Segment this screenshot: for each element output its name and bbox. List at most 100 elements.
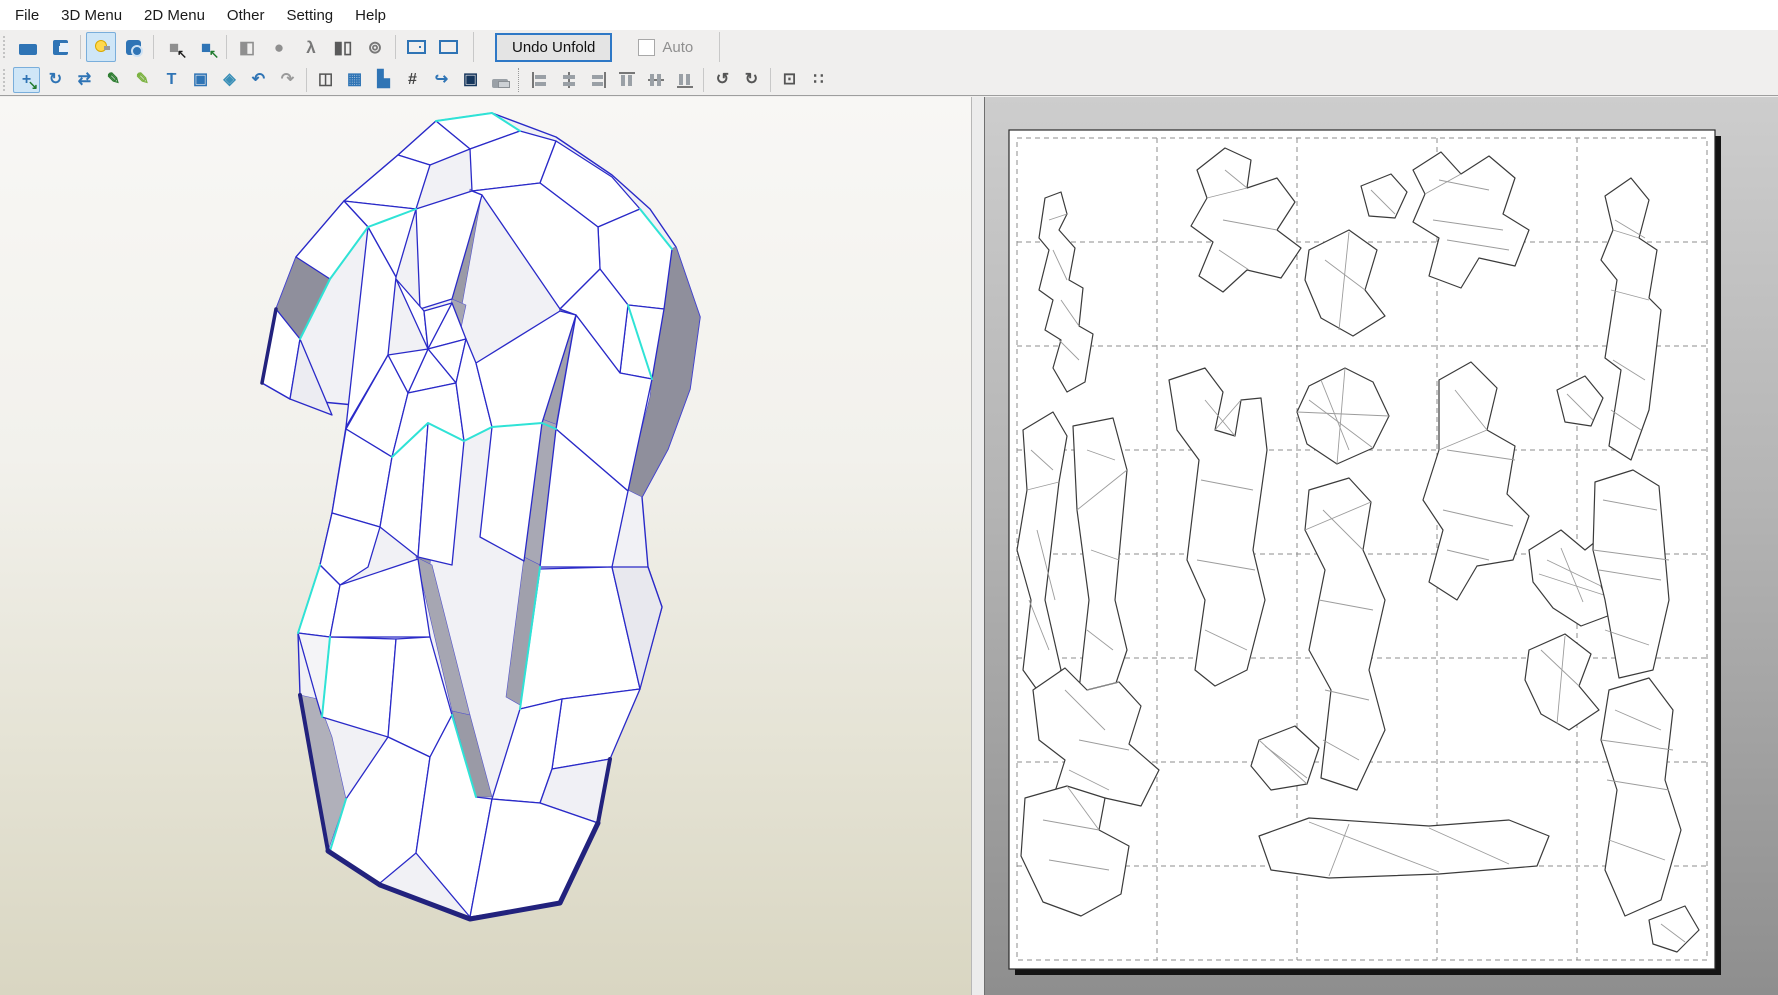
align-right-button[interactable]: [584, 67, 611, 93]
skeleton-figure-button[interactable]: λ: [296, 32, 326, 62]
pane-splitter[interactable]: [972, 97, 985, 995]
open-file-icon: [19, 44, 37, 55]
align-top-button[interactable]: [613, 67, 640, 93]
insert-image-icon: ▣: [190, 69, 212, 91]
page-numbers-icon: #: [402, 69, 424, 91]
export-pages-icon: ↪: [431, 69, 453, 91]
save-file-button[interactable]: [45, 32, 75, 62]
mirror-model-button[interactable]: ▮▯: [328, 32, 358, 62]
auto-arrange-button[interactable]: ▙: [370, 67, 397, 93]
primitive-cylinder-icon: ●: [268, 36, 290, 58]
torso-model[interactable]: [262, 113, 700, 919]
select-parts-3d-overlay-icon: ↖: [209, 47, 219, 61]
pattern-piece[interactable]: [1259, 818, 1549, 878]
toggle-3d-marks-button[interactable]: ◈: [216, 67, 243, 93]
move-piece-overlay-icon: ↘: [28, 78, 38, 92]
print-button[interactable]: [486, 67, 513, 93]
undo-icon: ↶: [248, 69, 270, 91]
menu-other[interactable]: Other: [216, 2, 276, 29]
align-bottom-icon: [674, 69, 696, 91]
select-by-frame-button[interactable]: ⊡: [776, 67, 803, 93]
3d-model-canvas[interactable]: [0, 97, 972, 995]
toolbar-grip[interactable]: [3, 36, 8, 58]
link-3d-2d-icon: ⊚: [364, 36, 386, 58]
edit-model-icon: ◧: [236, 36, 258, 58]
toolbar-separator: [306, 68, 307, 92]
align-left-button[interactable]: [526, 67, 553, 93]
toggle-3d-marks-icon: ◈: [219, 69, 241, 91]
rotate-left-90-button[interactable]: ↺: [709, 67, 736, 93]
toolbar-separator: [153, 35, 154, 59]
edit-flaps-icon: ✎: [103, 69, 125, 91]
menu-file[interactable]: File: [4, 2, 50, 29]
export-pages-button[interactable]: ↪: [428, 67, 455, 93]
rotate-view-icon: [126, 40, 141, 55]
2d-layout-canvas[interactable]: [985, 97, 1778, 995]
page-numbers-button[interactable]: #: [399, 67, 426, 93]
select-connected-button[interactable]: ▦: [341, 67, 368, 93]
open-file-button[interactable]: [13, 32, 43, 62]
copy-page-image-icon: ▣: [460, 69, 482, 91]
auto-checkbox[interactable]: [638, 39, 655, 56]
redo-button[interactable]: ↷: [274, 67, 301, 93]
auto-arrange-icon: ▙: [373, 69, 395, 91]
workspace: [0, 97, 1778, 995]
insert-text-button[interactable]: T: [158, 67, 185, 93]
toolbar-separator: [703, 68, 704, 92]
move-piece-button[interactable]: +↘: [13, 67, 40, 93]
menu-setting[interactable]: Setting: [275, 2, 344, 29]
toolbar-separator: [518, 68, 521, 92]
align-center-icon: [558, 69, 580, 91]
rotate-right-90-button[interactable]: ↻: [738, 67, 765, 93]
rotate-piece-icon: ↻: [45, 69, 67, 91]
select-mode-3d-button[interactable]: ■↖: [159, 32, 189, 62]
toolbar-separator: [395, 35, 396, 59]
single-pane-layout-button[interactable]: [433, 32, 463, 62]
align-center-button[interactable]: [555, 67, 582, 93]
select-mode-3d-overlay-icon: ↖: [177, 47, 187, 61]
menubar: File3D Menu2D MenuOtherSettingHelp: [0, 0, 1778, 30]
align-bottom-button[interactable]: [671, 67, 698, 93]
select-vertices-icon: ∷: [808, 69, 830, 91]
select-connected-icon: ▦: [344, 69, 366, 91]
toolbar-2d: +↘↻⇄✎✎T▣◈↶↷◫▦▙#↪▣↺↻⊡∷: [0, 64, 1778, 96]
toolbar-grip[interactable]: [3, 69, 8, 91]
menu-3d-menu[interactable]: 3D Menu: [50, 2, 133, 29]
insert-image-button[interactable]: ▣: [187, 67, 214, 93]
two-pane-layout-button[interactable]: [401, 32, 431, 62]
toggle-light-icon: [95, 40, 107, 52]
toolbar-separator: [80, 35, 81, 59]
rotate-view-button[interactable]: [118, 32, 148, 62]
2d-viewport[interactable]: [985, 97, 1778, 995]
link-3d-2d-button[interactable]: ⊚: [360, 32, 390, 62]
select-by-frame-icon: ⊡: [779, 69, 801, 91]
rotate-left-90-icon: ↺: [712, 69, 734, 91]
undo-unfold-button[interactable]: Undo Unfold: [495, 33, 612, 62]
align-middle-icon: [645, 69, 667, 91]
align-middle-button[interactable]: [642, 67, 669, 93]
auto-unfold-group: Auto: [638, 39, 693, 56]
select-vertices-button[interactable]: ∷: [805, 67, 832, 93]
select-parts-3d-button[interactable]: ■↖: [191, 32, 221, 62]
single-pane-layout-icon: [439, 40, 458, 54]
edit-fold-lines-icon: ✎: [132, 69, 154, 91]
menu-help[interactable]: Help: [344, 2, 397, 29]
edit-flaps-button[interactable]: ✎: [100, 67, 127, 93]
primitive-cylinder-button[interactable]: ●: [264, 32, 294, 62]
undo-button[interactable]: ↶: [245, 67, 272, 93]
edit-fold-lines-button[interactable]: ✎: [129, 67, 156, 93]
copy-page-image-button[interactable]: ▣: [457, 67, 484, 93]
toolbar-separator: [770, 68, 771, 92]
edit-model-button[interactable]: ◧: [232, 32, 262, 62]
toolbar-2d-items: +↘↻⇄✎✎T▣◈↶↷◫▦▙#↪▣↺↻⊡∷: [12, 67, 833, 93]
rotate-right-90-icon: ↻: [741, 69, 763, 91]
align-top-icon: [616, 69, 638, 91]
align-right-icon: [587, 69, 609, 91]
menu-2d-menu[interactable]: 2D Menu: [133, 2, 216, 29]
rotate-piece-button[interactable]: ↻: [42, 67, 69, 93]
divide-spread-icon: ⇄: [74, 69, 96, 91]
check-layout-button[interactable]: ◫: [312, 67, 339, 93]
toggle-light-button[interactable]: [86, 32, 116, 62]
3d-viewport[interactable]: [0, 97, 972, 995]
divide-spread-button[interactable]: ⇄: [71, 67, 98, 93]
